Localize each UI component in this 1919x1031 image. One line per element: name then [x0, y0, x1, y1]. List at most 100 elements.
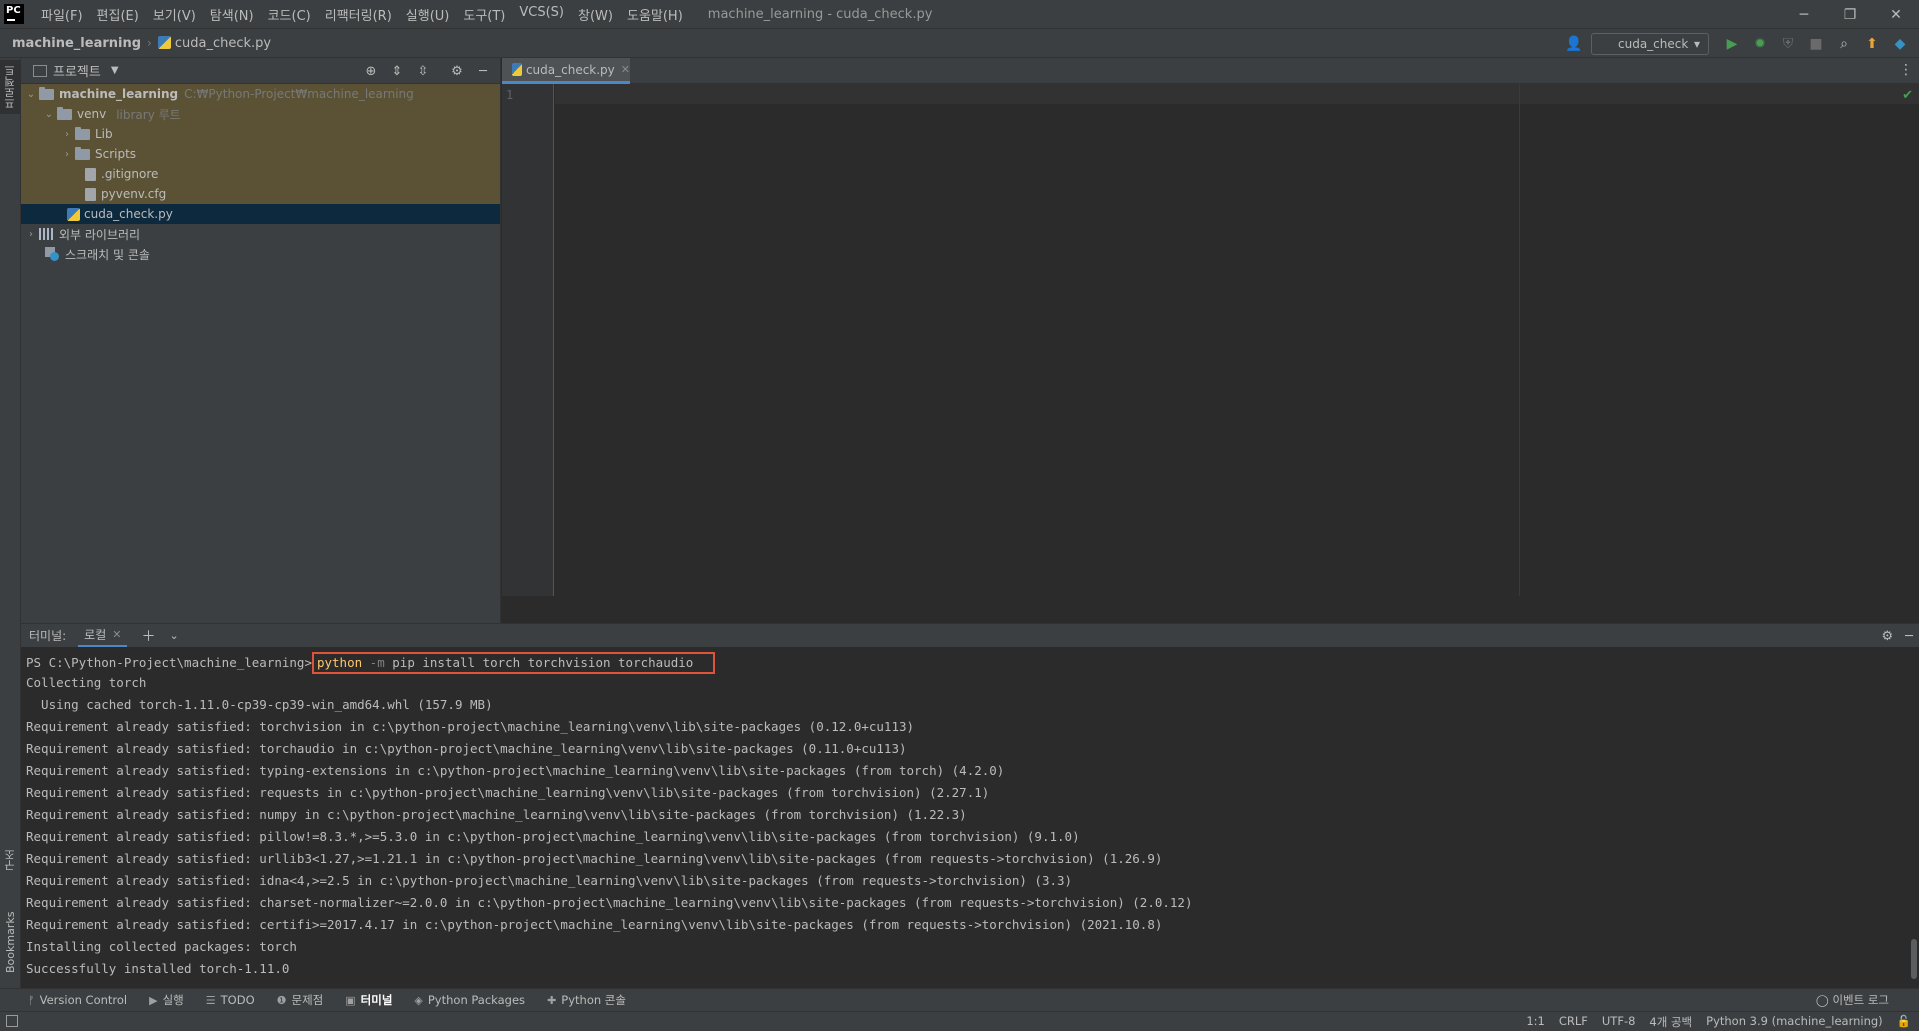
- tree-item-library-root: library 루트: [116, 107, 181, 122]
- terminal-icon: ▣: [345, 993, 356, 1007]
- run-config-select[interactable]: cuda_check ▾: [1591, 32, 1709, 55]
- terminal-line: Requirement already satisfied: idna<4,>=…: [26, 873, 1073, 888]
- indent-setting[interactable]: 4개 공백: [1649, 1014, 1692, 1030]
- terminal-line: Requirement already satisfied: certifi>=…: [26, 917, 1163, 932]
- left-tool-strip: 프로젝트 구조 Bookmarks: [0, 58, 21, 988]
- tree-item-lib[interactable]: › Lib: [21, 124, 500, 144]
- event-log-button[interactable]: ◯ 이벤트 로그: [1816, 992, 1889, 1008]
- menu-code[interactable]: 코드(C): [261, 5, 318, 24]
- gear-icon[interactable]: ⚙: [1882, 629, 1894, 644]
- tool-label: Version Control: [39, 993, 128, 1007]
- command-args: pip install torch torchvision torchaudio: [392, 655, 694, 670]
- inspection-ok-icon[interactable]: ✔: [1902, 88, 1913, 103]
- menu-vcs[interactable]: VCS(S): [512, 5, 571, 24]
- tree-item-cuda-check[interactable]: cuda_check.py: [21, 204, 500, 224]
- tree-item-external-libraries[interactable]: › 외부 라이브러리: [21, 224, 500, 244]
- expand-arrow-icon[interactable]: ⌄: [23, 89, 39, 100]
- project-view-icon: [33, 64, 47, 77]
- jetbrains-logo-icon[interactable]: ◆: [1889, 33, 1911, 55]
- tree-item-label: Lib: [95, 127, 113, 141]
- breadcrumb-project[interactable]: machine_learning: [0, 36, 141, 51]
- caret-position[interactable]: 1:1: [1526, 1014, 1545, 1030]
- close-icon[interactable]: ✕: [621, 63, 630, 76]
- tree-item-label: 외부 라이브러리: [59, 227, 141, 242]
- menu-run[interactable]: 실행(U): [399, 5, 457, 24]
- hide-panel-icon[interactable]: ─: [1905, 629, 1913, 644]
- tool-python-packages[interactable]: ◈ Python Packages: [414, 993, 525, 1007]
- hide-panel-icon[interactable]: ─: [472, 60, 494, 82]
- update-icon[interactable]: ⬆: [1861, 33, 1883, 55]
- menu-navigate[interactable]: 탐색(N): [203, 5, 261, 24]
- tree-item-pyvenv-cfg[interactable]: pyvenv.cfg: [21, 184, 500, 204]
- expand-arrow-icon[interactable]: ›: [59, 149, 75, 160]
- tool-label: Python Packages: [427, 993, 526, 1007]
- menu-help[interactable]: 도움말(H): [620, 5, 690, 24]
- menu-edit[interactable]: 편집(E): [90, 5, 146, 24]
- close-button[interactable]: ✕: [1873, 0, 1919, 29]
- version-control-icon: ᚠ: [28, 993, 35, 1007]
- editor-tab-cuda-check[interactable]: cuda_check.py ✕: [502, 58, 630, 84]
- menu-refactor[interactable]: 리팩터링(R): [318, 5, 399, 24]
- menu-window[interactable]: 창(W): [571, 5, 620, 24]
- locate-icon[interactable]: ⊕: [360, 60, 382, 82]
- terminal-line: Successfully installed torch-1.11.0: [26, 961, 290, 976]
- menu-view[interactable]: 보기(V): [146, 5, 203, 24]
- search-icon[interactable]: ⌕: [1833, 33, 1855, 55]
- user-icon[interactable]: 👤: [1563, 33, 1585, 55]
- python-file-icon: [67, 207, 80, 221]
- terminal-tab-local[interactable]: 로컬 ✕: [78, 624, 128, 648]
- folder-icon: [39, 86, 54, 100]
- stop-icon[interactable]: ■: [1805, 33, 1827, 55]
- coverage-icon[interactable]: ⛨: [1777, 33, 1799, 55]
- restore-button[interactable]: ❐: [1827, 0, 1873, 29]
- bookmarks-tool-tab[interactable]: Bookmarks: [0, 903, 21, 981]
- line-separator[interactable]: CRLF: [1559, 1014, 1588, 1030]
- tool-todo[interactable]: ☰ TODO: [206, 993, 255, 1007]
- terminal-tab-label: 로컬: [84, 627, 107, 642]
- menu-file[interactable]: 파일(F): [34, 5, 90, 24]
- expand-arrow-icon[interactable]: ⌄: [41, 109, 57, 120]
- tree-item-scratches[interactable]: 스크래치 및 콘솔: [21, 244, 500, 264]
- tree-item-machine-learning[interactable]: ⌄ machine_learning C:₩Python-Project₩mac…: [21, 84, 500, 104]
- title-bar: PC 파일(F) 편집(E) 보기(V) 탐색(N) 코드(C) 리팩터링(R)…: [0, 0, 1919, 29]
- close-icon[interactable]: ✕: [112, 628, 121, 641]
- tool-problems[interactable]: ❶ 문제점: [277, 992, 324, 1008]
- project-panel-title[interactable]: 프로젝트: [53, 61, 101, 80]
- python-console-icon: ✚: [547, 993, 557, 1007]
- tool-run[interactable]: ▶ 실행: [149, 992, 184, 1008]
- menu-tools[interactable]: 도구(T): [456, 5, 512, 24]
- chevron-down-icon[interactable]: ⌄: [169, 629, 178, 642]
- structure-tool-tab[interactable]: 구조: [0, 840, 21, 880]
- breadcrumb-file[interactable]: cuda_check.py: [152, 35, 271, 51]
- run-icon[interactable]: ▶: [1721, 33, 1743, 55]
- terminal-scrollbar[interactable]: [1911, 939, 1917, 979]
- tool-windows-toggle-icon[interactable]: [6, 1015, 18, 1027]
- tool-version-control[interactable]: ᚠ Version Control: [28, 993, 127, 1007]
- tool-terminal[interactable]: ▣ 터미널: [345, 992, 392, 1008]
- project-tool-tab[interactable]: 프로젝트: [0, 60, 21, 114]
- tree-item-gitignore[interactable]: .gitignore: [21, 164, 500, 184]
- pycharm-logo-icon[interactable]: PC: [4, 4, 24, 24]
- tree-item-scripts[interactable]: › Scripts: [21, 144, 500, 164]
- tree-item-venv[interactable]: ⌄ venv library 루트: [21, 104, 500, 124]
- minimize-button[interactable]: ─: [1781, 0, 1827, 29]
- collapse-all-icon[interactable]: ⇳: [412, 60, 434, 82]
- new-terminal-icon[interactable]: ＋: [141, 626, 155, 646]
- more-options-icon[interactable]: ⋮: [1899, 62, 1913, 78]
- terminal-output[interactable]: PS C:\Python-Project\machine_learning> py…: [21, 647, 1919, 988]
- expand-arrow-icon[interactable]: ›: [59, 129, 75, 140]
- expand-arrow-icon[interactable]: ›: [23, 229, 39, 240]
- code-editor[interactable]: ✔: [555, 84, 1919, 596]
- todo-icon: ☰: [205, 993, 216, 1007]
- expand-all-icon[interactable]: ⇕: [386, 60, 408, 82]
- tool-python-console[interactable]: ✚ Python 콘솔: [547, 992, 626, 1008]
- terminal-prompt: PS C:\Python-Project\machine_learning>: [26, 655, 312, 670]
- gear-icon[interactable]: ⚙: [446, 60, 468, 82]
- python-interpreter[interactable]: Python 3.9 (machine_learning): [1706, 1014, 1883, 1030]
- tool-label: Python 콘솔: [561, 993, 626, 1007]
- tree-item-label: 스크래치 및 콘솔: [65, 247, 150, 262]
- file-encoding[interactable]: UTF-8: [1602, 1014, 1636, 1030]
- debug-icon[interactable]: ✹: [1749, 33, 1771, 55]
- chevron-down-icon[interactable]: ▼: [111, 65, 119, 76]
- lock-icon[interactable]: 🔓: [1897, 1014, 1911, 1030]
